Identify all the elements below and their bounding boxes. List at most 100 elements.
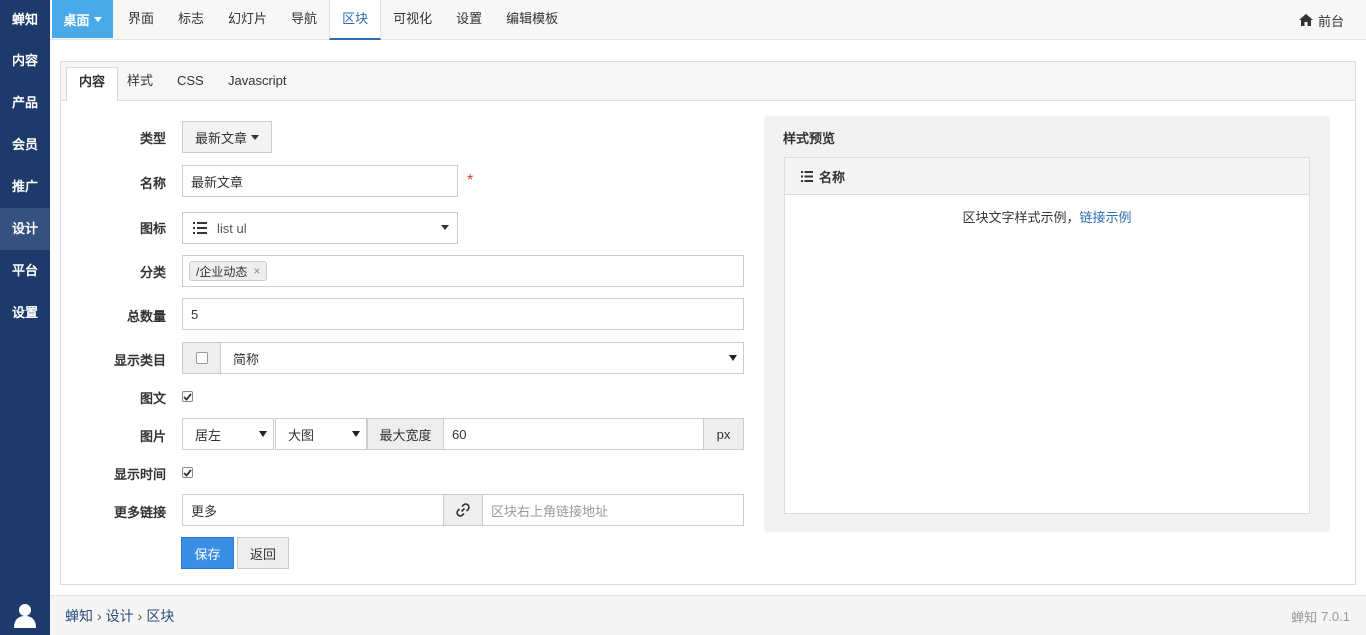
type-label: 类型	[139, 131, 166, 146]
select-arrow-icon	[352, 431, 360, 437]
px-unit-addon: px	[703, 419, 743, 449]
chevron-right-icon: ›	[97, 608, 102, 624]
preview-sample-link[interactable]: 链接示例	[1080, 210, 1132, 225]
more-link-label: 更多链接	[113, 505, 166, 520]
icon-select[interactable]: list ul	[182, 212, 458, 244]
nav-interface[interactable]: 界面	[116, 0, 166, 40]
remove-tag-icon[interactable]: ×	[253, 264, 260, 278]
max-width-addon: 最大宽度	[368, 419, 444, 449]
more-link-group: 更多 区块右上角链接地址	[182, 494, 744, 526]
more-link-text-input[interactable]: 更多	[191, 501, 443, 520]
nav-visual[interactable]: 可视化	[381, 0, 444, 40]
list-ul-icon	[801, 170, 813, 182]
show-time-label: 显示时间	[113, 467, 166, 482]
breadcrumb-item-home[interactable]: 蝉知	[65, 606, 93, 626]
sidebar-item-content[interactable]: 内容	[0, 40, 50, 82]
footer: 蝉知 › 设计 › 区块 蝉知 7.0.1	[50, 595, 1366, 635]
sidebar-item-promote[interactable]: 推广	[0, 166, 50, 208]
tab-style[interactable]: 样式	[115, 67, 165, 101]
more-link-url-input[interactable]: 区块右上角链接地址	[491, 501, 608, 520]
select-arrow-icon	[259, 431, 267, 437]
image-position-value: 居左	[195, 427, 222, 443]
nav-navigation[interactable]: 导航	[279, 0, 329, 40]
home-icon	[1298, 14, 1313, 26]
category-tag: /企业动态 ×	[189, 261, 268, 281]
preview-sample-text: 区块文字样式示例，	[962, 210, 1080, 225]
top-nav: 界面 标志 幻灯片 导航 区块 可视化 设置 编辑模板	[116, 0, 570, 40]
version-logo: 蝉知	[1291, 609, 1318, 625]
chevron-right-icon: ›	[137, 608, 143, 624]
breadcrumb-item-design[interactable]: 设计	[106, 606, 134, 626]
caret-down-icon	[251, 134, 259, 140]
preview-block: 名称 区块文字样式示例，链接示例	[784, 157, 1310, 514]
user-avatar-icon[interactable]	[0, 595, 50, 635]
version-number: 7.0.1	[1321, 608, 1350, 624]
category-tag-label: /企业动态	[196, 264, 248, 279]
breadcrumb: 蝉知 › 设计 › 区块	[65, 596, 174, 635]
nav-slides[interactable]: 幻灯片	[216, 0, 279, 40]
save-button[interactable]: 保存	[181, 537, 234, 569]
image-text-label: 图文	[139, 391, 166, 406]
preview-block-title: 名称	[819, 169, 846, 185]
preview-block-header: 名称	[785, 158, 1309, 195]
breadcrumb-item-blocks[interactable]: 区块	[146, 606, 174, 626]
sidebar-logo[interactable]: 蝉知	[0, 0, 50, 40]
top-navbar: 桌面 界面 标志 幻灯片 导航 区块 可视化 设置 编辑模板 前台	[50, 0, 1366, 40]
version-info[interactable]: 蝉知 7.0.1	[1291, 596, 1350, 635]
name-label: 名称	[139, 176, 166, 191]
sidebar-item-member[interactable]: 会员	[0, 124, 50, 166]
preview-title: 样式预览	[783, 131, 836, 146]
list-ul-icon	[193, 222, 207, 234]
show-time-checkbox[interactable]	[182, 467, 193, 478]
caret-down-icon	[441, 225, 449, 230]
tab-javascript[interactable]: Javascript	[216, 67, 299, 101]
sidebar-item-design[interactable]: 设计	[0, 208, 50, 250]
front-link[interactable]: 前台	[1298, 0, 1344, 40]
sidebar: 蝉知 内容 产品 会员 推广 设计 平台 设置	[0, 0, 50, 635]
show-category-checkbox[interactable]	[195, 352, 208, 364]
nav-logo[interactable]: 标志	[166, 0, 216, 40]
name-value: 最新文章	[191, 174, 244, 190]
select-arrow-icon	[729, 355, 737, 361]
name-input[interactable]: 最新文章	[182, 165, 458, 197]
back-button[interactable]: 返回	[237, 537, 289, 569]
total-value: 5	[191, 306, 199, 322]
image-text-checkbox[interactable]	[182, 391, 193, 402]
nav-edit-template[interactable]: 编辑模板	[494, 0, 570, 40]
total-input[interactable]: 5	[182, 298, 744, 330]
front-label: 前台	[1317, 13, 1344, 29]
preview-block-body: 区块文字样式示例，链接示例	[785, 195, 1309, 226]
type-dropdown[interactable]: 最新文章	[182, 121, 272, 153]
caret-down-icon	[93, 16, 102, 22]
show-category-select-value[interactable]: 简称	[233, 349, 259, 368]
tab-css[interactable]: CSS	[165, 67, 216, 101]
image-size-value: 大图	[288, 427, 315, 443]
max-width-input[interactable]: 60	[452, 427, 703, 442]
sidebar-item-settings[interactable]: 设置	[0, 292, 50, 334]
image-size-select[interactable]: 大图	[275, 418, 367, 450]
tab-content[interactable]: 内容	[66, 67, 119, 102]
category-label: 分类	[139, 265, 166, 280]
max-width-group: 最大宽度 60 px	[367, 418, 744, 450]
total-label: 总数量	[126, 309, 166, 324]
required-mark: *	[467, 172, 474, 189]
category-multiselect[interactable]: /企业动态 ×	[182, 255, 744, 287]
sidebar-item-product[interactable]: 产品	[0, 82, 50, 124]
nav-settings[interactable]: 设置	[444, 0, 494, 40]
sidebar-item-platform[interactable]: 平台	[0, 250, 50, 292]
block-edit-panel: 内容 样式 CSS Javascript 类型 最新文章 名称 最新文章 * 图…	[60, 61, 1356, 585]
nav-blocks[interactable]: 区块	[329, 0, 382, 40]
image-position-select[interactable]: 居左	[182, 418, 274, 450]
link-icon-addon	[443, 495, 483, 525]
style-preview: 样式预览 名称 区块文字样式示例，链接示例	[764, 116, 1330, 532]
image-label: 图片	[139, 429, 166, 444]
px-unit: px	[716, 426, 731, 442]
desktop-menu-button[interactable]: 桌面	[52, 0, 113, 38]
icon-value: list ul	[217, 220, 247, 236]
show-category-checkbox-addon	[183, 343, 221, 373]
icon-label: 图标	[139, 221, 166, 236]
type-value: 最新文章	[194, 130, 247, 146]
show-category-label: 显示类目	[113, 353, 166, 368]
link-icon	[456, 503, 470, 517]
desktop-label: 桌面	[63, 12, 90, 28]
